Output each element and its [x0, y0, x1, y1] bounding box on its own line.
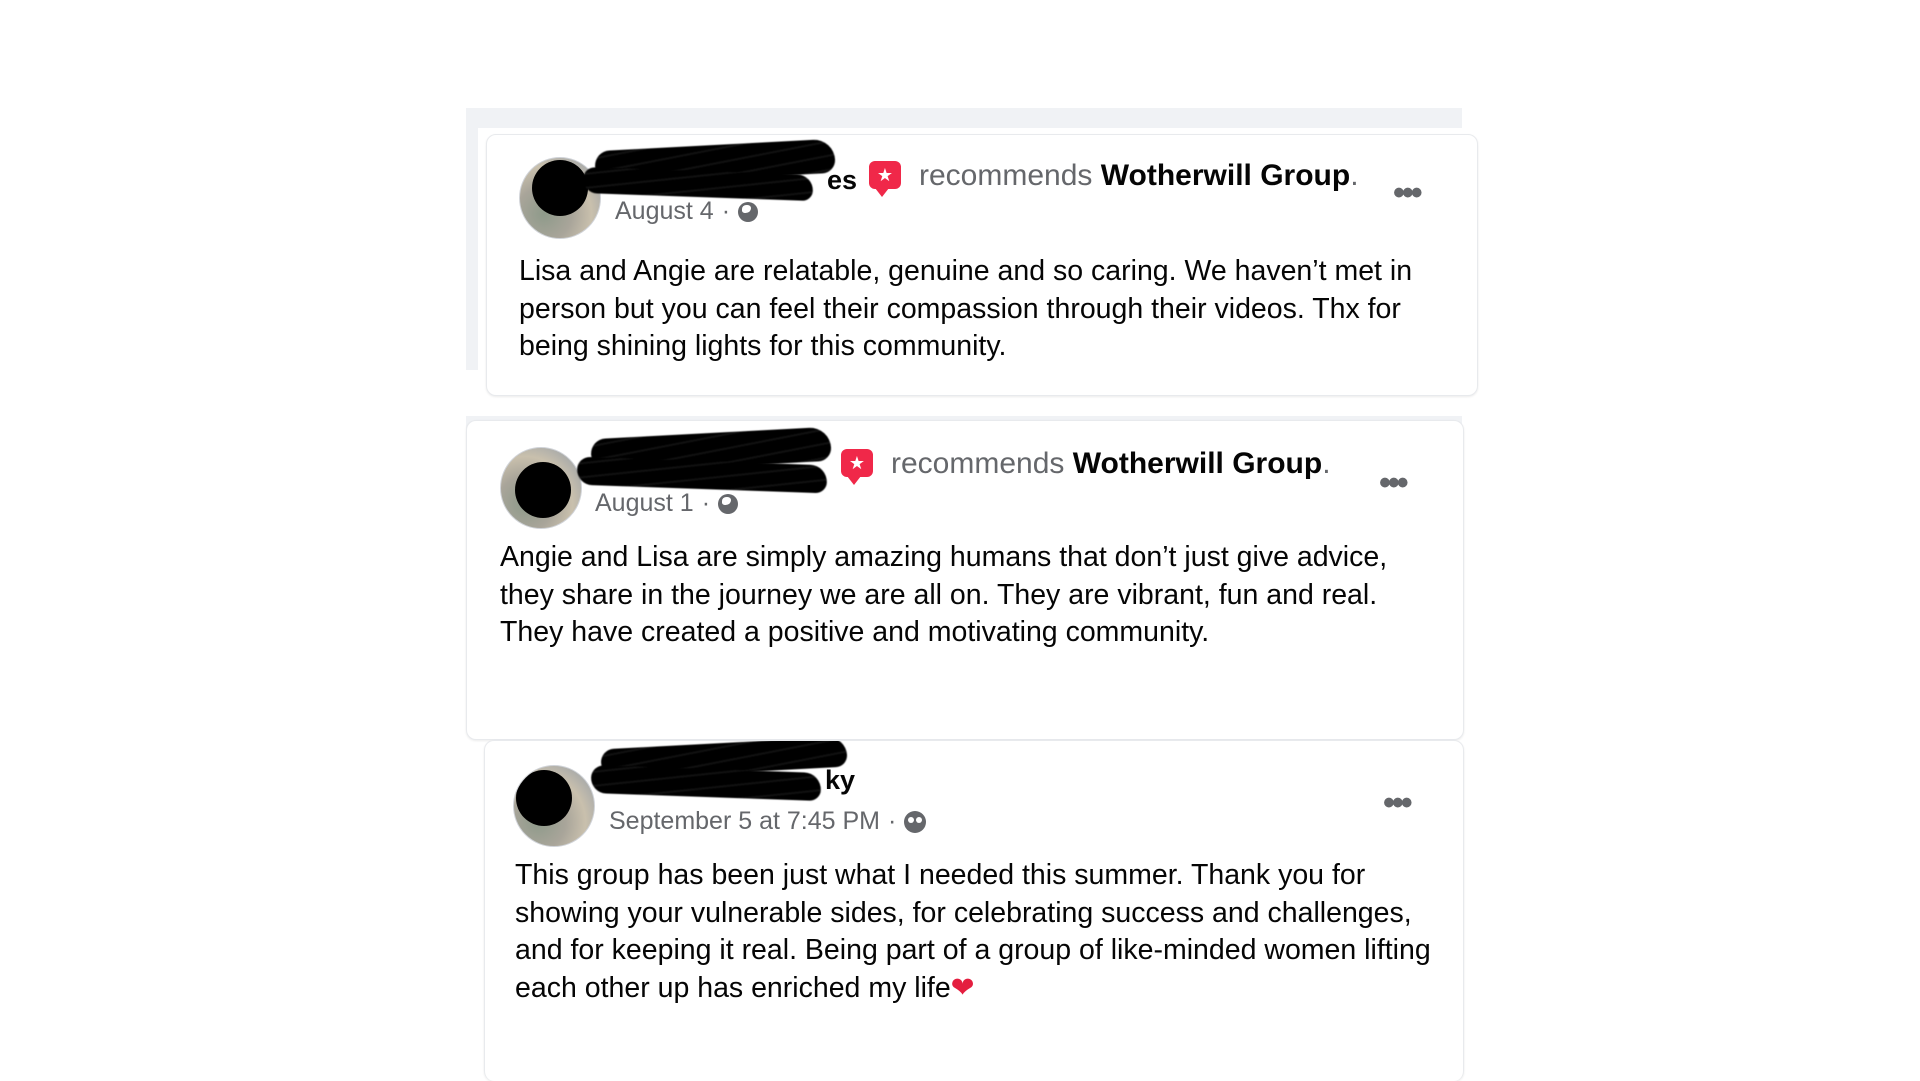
recommendation-star-icon: ★	[841, 449, 873, 485]
post-header: recommends Wotherwill Group.	[919, 159, 1359, 193]
recommendation-post-1: es ★ recommends Wotherwill Group. August…	[486, 134, 1478, 396]
group-link[interactable]: Wotherwill Group	[1073, 447, 1322, 480]
author-name[interactable]: es	[827, 165, 857, 196]
recommends-label: recommends	[891, 447, 1065, 480]
page-background-strip	[466, 120, 478, 370]
post-date[interactable]: August 4	[615, 197, 714, 226]
avatar[interactable]	[513, 765, 595, 847]
post-meta: September 5 at 7:45 PM ·	[609, 807, 927, 836]
post-header: recommends Wotherwill Group.	[891, 447, 1331, 481]
post-meta: August 1 ·	[595, 489, 739, 518]
post-text: Lisa and Angie are relatable, genuine an…	[519, 255, 1413, 362]
post-date[interactable]: August 1	[595, 489, 694, 518]
globe-icon[interactable]	[738, 201, 759, 222]
redacted-name	[590, 764, 822, 802]
post-text: Angie and Lisa are simply amazing humans…	[500, 541, 1388, 648]
author-name[interactable]: ky	[825, 765, 855, 796]
post-date[interactable]: September 5 at 7:45 PM	[609, 807, 880, 836]
avatar[interactable]	[500, 447, 582, 529]
separator: ·	[887, 807, 897, 835]
friends-icon[interactable]	[904, 810, 927, 833]
separator: ·	[721, 197, 731, 225]
period: .	[1350, 159, 1359, 192]
redaction-blot	[515, 462, 571, 518]
redaction-blot	[532, 160, 588, 216]
period: .	[1322, 447, 1331, 480]
globe-icon[interactable]	[718, 493, 739, 514]
more-options-button[interactable]: •••	[1383, 786, 1413, 820]
recommends-label: recommends	[919, 159, 1093, 192]
separator: ·	[701, 489, 711, 517]
group-post-3: ky September 5 at 7:45 PM · ••• This gro…	[484, 740, 1464, 1081]
recommendation-star-icon: ★	[869, 161, 901, 197]
page-background-strip	[466, 108, 1462, 128]
group-link[interactable]: Wotherwill Group	[1101, 159, 1350, 192]
heart-emoji: ❤	[950, 971, 975, 1004]
redaction-blot	[516, 770, 572, 826]
more-options-button[interactable]: •••	[1379, 466, 1409, 500]
recommendation-post-2: ★ recommends Wotherwill Group. August 1 …	[466, 420, 1464, 740]
more-options-button[interactable]: •••	[1393, 176, 1423, 210]
post-meta: August 4 ·	[615, 197, 759, 226]
post-text: This group has been just what I needed t…	[515, 857, 1445, 1007]
